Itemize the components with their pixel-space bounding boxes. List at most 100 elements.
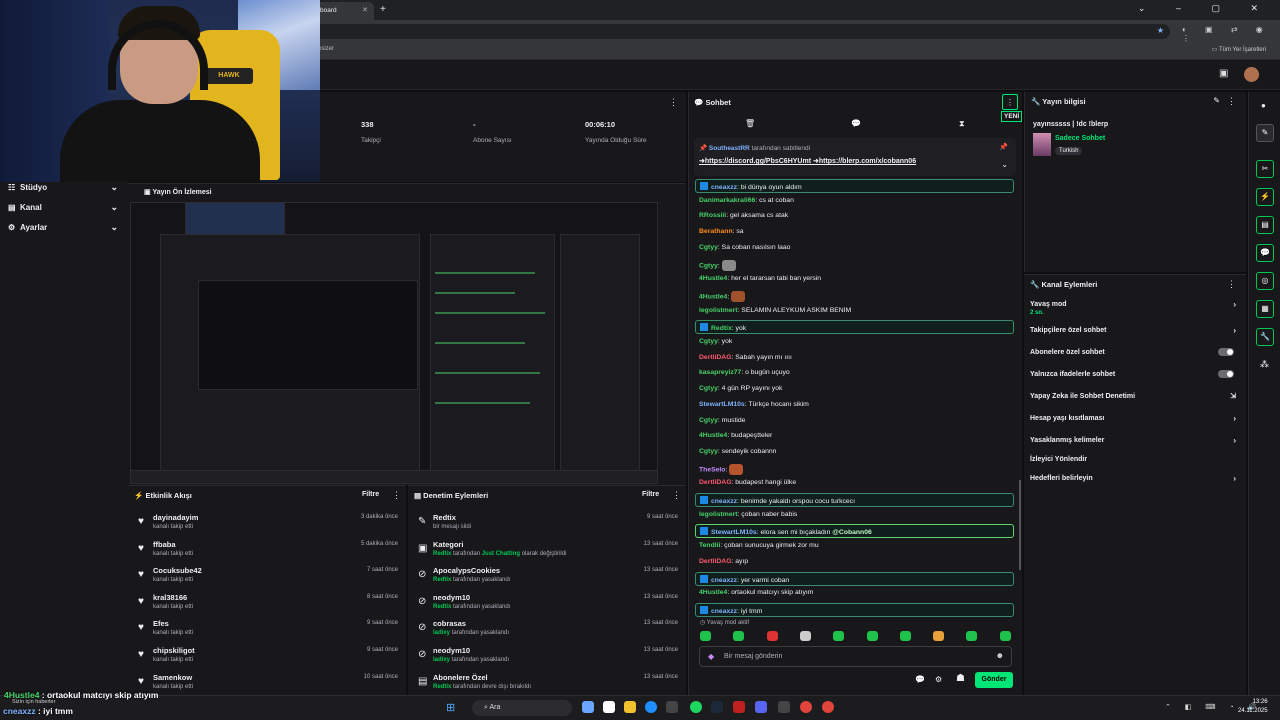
chat-message[interactable]: cneaxzz: benimde yakaldı orspou cocu tur… (695, 493, 1014, 507)
chat-bubble-icon[interactable]: 💬 (915, 675, 925, 684)
mod-row[interactable]: ⊘ neodym10 ladixy tarafından yasaklandı … (408, 646, 678, 672)
document-icon[interactable]: ▤ (1256, 216, 1274, 234)
chat-username[interactable]: Berathann (699, 228, 733, 235)
chat-more-button[interactable]: ⋮ (1002, 94, 1018, 110)
mod-row[interactable]: ⊘ neodym10 Redtix tarafından yasaklandı … (408, 593, 678, 619)
chat-username[interactable]: Cgtyy (699, 262, 718, 269)
emote-icon[interactable] (966, 631, 978, 641)
app-icon[interactable] (666, 701, 678, 713)
chat-username[interactable]: cneaxzz (711, 498, 737, 505)
discord-icon[interactable] (755, 701, 767, 713)
sidebar-item-channel[interactable]: ▤ Kanal ⌄ (8, 202, 120, 212)
emote-icon[interactable] (899, 631, 911, 641)
channel-action-row[interactable]: Hesap yaşı kısıtlaması › (1030, 414, 1240, 423)
info-icon[interactable]: ● (1261, 101, 1266, 110)
more-icon[interactable]: ⋮ (1227, 96, 1236, 107)
mod-row[interactable]: ⊘ cobrasas ladixy tarafından yasaklandı … (408, 619, 678, 645)
chat-message[interactable]: Tendlii: çoban sunucuya girmek zor mu (699, 542, 1014, 549)
bookmark-item[interactable]: esizer (318, 46, 334, 52)
broadcast-icon[interactable]: ◎ (1256, 272, 1274, 290)
hourglass-icon[interactable]: ⧗ (959, 119, 965, 129)
unpin-icon[interactable]: 📌 (999, 143, 1008, 151)
channel-action-row[interactable]: Yapay Zeka ile Sohbet Denetimi ⇲ (1030, 393, 1240, 400)
chat-username[interactable]: StewartLM10s (711, 529, 757, 536)
mod-filter-button[interactable]: Filtre (642, 491, 659, 498)
chat-message[interactable]: Redtix: yok (695, 320, 1014, 335)
chat-message[interactable]: TheSelo: (699, 463, 1014, 475)
clip-icon[interactable]: ✂ (1256, 160, 1274, 178)
spotify-icon[interactable] (690, 701, 702, 713)
more-icon[interactable]: ⋮ (392, 490, 401, 501)
chat-username[interactable]: legolistmert (699, 511, 738, 518)
sidebar-item-settings[interactable]: ⚙ Ayarlar ⌄ (8, 222, 120, 232)
chat-message[interactable]: DertliDAG: budapest hangi ülke (699, 479, 1014, 486)
channel-action-row[interactable]: Abonelere özel sohbet (1030, 348, 1240, 356)
chat-username[interactable]: Redtix (711, 325, 732, 332)
chat-username[interactable]: Cgtyy (699, 338, 718, 345)
chat-message[interactable]: Cgtyy: 4 gün RP yayını yok (699, 385, 1014, 392)
file-explorer-icon[interactable] (624, 701, 636, 713)
windows-start-icon[interactable]: ⊞ (446, 701, 455, 714)
feed-row[interactable]: ♥ Efes kanalı takip etti 9 saat önce (128, 619, 398, 645)
close-tab-icon[interactable]: ✕ (362, 6, 368, 14)
chat-message[interactable]: Danimarkakrali66: cs at coban (699, 197, 1014, 204)
emote-icon[interactable] (700, 631, 711, 641)
all-bookmarks[interactable]: ▭ Tüm Yer İşaretleri (1212, 46, 1266, 53)
emote-icon[interactable] (799, 631, 811, 641)
chat-username[interactable]: 4Hustle4 (699, 589, 727, 596)
chat-message[interactable]: DertliDAG: ayıp (699, 558, 1014, 565)
emote-icon[interactable] (833, 631, 845, 641)
chat-message[interactable]: Cgtyy: yok (699, 338, 1014, 345)
chat-message[interactable]: Cgtyy: mustide (699, 417, 1014, 424)
edge-icon[interactable] (645, 701, 657, 713)
sidebar-item-studio[interactable]: ☷ Stüdyo ⌄ (8, 182, 120, 192)
chat-username[interactable]: DertliDAG (699, 479, 731, 486)
chat-message[interactable]: cneaxzz: bi dünya oyun aldım (695, 179, 1014, 193)
chat-username[interactable]: 4Hustle4 (699, 432, 727, 439)
chat-username[interactable]: DertliDAG (699, 354, 731, 361)
emote-icon[interactable] (866, 631, 878, 641)
emote-icon[interactable] (733, 631, 745, 641)
chat-message[interactable]: StewartLM10s: elora sen mi bıçakladın @C… (695, 524, 1014, 539)
chat-username[interactable]: Cgtyy (699, 448, 718, 455)
emote-icon[interactable] (933, 631, 945, 641)
chat-message[interactable]: StewartLM10s: Türkçe hocanı sikim (699, 401, 1014, 408)
chat-mention[interactable]: @Cobann06 (832, 529, 871, 536)
more-icon[interactable]: ⋮ (672, 490, 681, 501)
chat-username[interactable]: StewartLM10s (699, 401, 745, 408)
chat-username[interactable]: Danimarkakrali66 (699, 197, 755, 204)
channel-action-row[interactable]: Yasaklanmış kelimeler › (1030, 436, 1240, 445)
chat-message[interactable]: DertliDAG: Sabah yayın mı ıııı (699, 354, 1014, 361)
gear-icon[interactable]: ⚙ (935, 675, 942, 684)
avatar[interactable] (1244, 67, 1259, 82)
toggle-switch[interactable] (1218, 348, 1234, 356)
extension-icons[interactable]: ◐ ▣ ⇄ ◉ ⋮ (1182, 25, 1280, 43)
pinned-text[interactable]: ➜https://discord.gg/PbsC6HYUmt ➜https://… (699, 157, 916, 165)
chat-message[interactable]: Cgtyy: sendeyik cobannn (699, 448, 1014, 455)
emote-icon[interactable] (999, 631, 1011, 641)
chat-username[interactable]: Tendlii (699, 542, 720, 549)
wrench-icon[interactable]: 🔧 (1256, 328, 1274, 346)
feed-row[interactable]: ♥ Cocuksube42 kanalı takip etti 7 saat ö… (128, 566, 398, 592)
robot-icon[interactable]: ☗ (956, 673, 965, 684)
chat-username[interactable]: Cgtyy (699, 417, 718, 424)
chat-message[interactable]: cneaxzz: iyi tmm (695, 602, 1014, 617)
task-view-icon[interactable] (582, 701, 594, 713)
stream-manager-icon[interactable]: ▣ (1219, 68, 1228, 79)
channel-action-row[interactable]: Hedefleri belirleyin › (1030, 474, 1240, 483)
chat-message[interactable]: RRossiii: gel aksama cs atak (699, 212, 1014, 219)
chat-icon[interactable]: 💬 (1256, 244, 1274, 262)
chat-message[interactable]: cneaxzz: yer varmi coban (695, 571, 1014, 586)
feed-row[interactable]: ♥ ffbaba kanalı takip etti 5 dakika önce (128, 540, 398, 566)
toggle-switch[interactable] (1218, 370, 1234, 378)
chat-message[interactable]: 4Hustle4: her el tararsan tabi ban yersi… (699, 275, 1014, 282)
chat-username[interactable]: 4Hustle4 (699, 293, 727, 300)
emoji-icon[interactable]: ☻ (996, 651, 1004, 660)
chat-username[interactable]: cneaxzz (711, 577, 737, 584)
bits-icon[interactable]: ◆ (708, 652, 714, 661)
chat-username[interactable]: Cgtyy (699, 385, 718, 392)
chrome-icon[interactable] (822, 701, 834, 713)
mod-row[interactable]: ▣ Kategori Redtix tarafından Just Chatti… (408, 540, 678, 566)
chat-message[interactable]: 4Hustle4: ortaokul matcıyı skip atıyım (699, 589, 1014, 596)
channel-action-row[interactable]: İzleyici Yönlendir (1030, 456, 1240, 463)
